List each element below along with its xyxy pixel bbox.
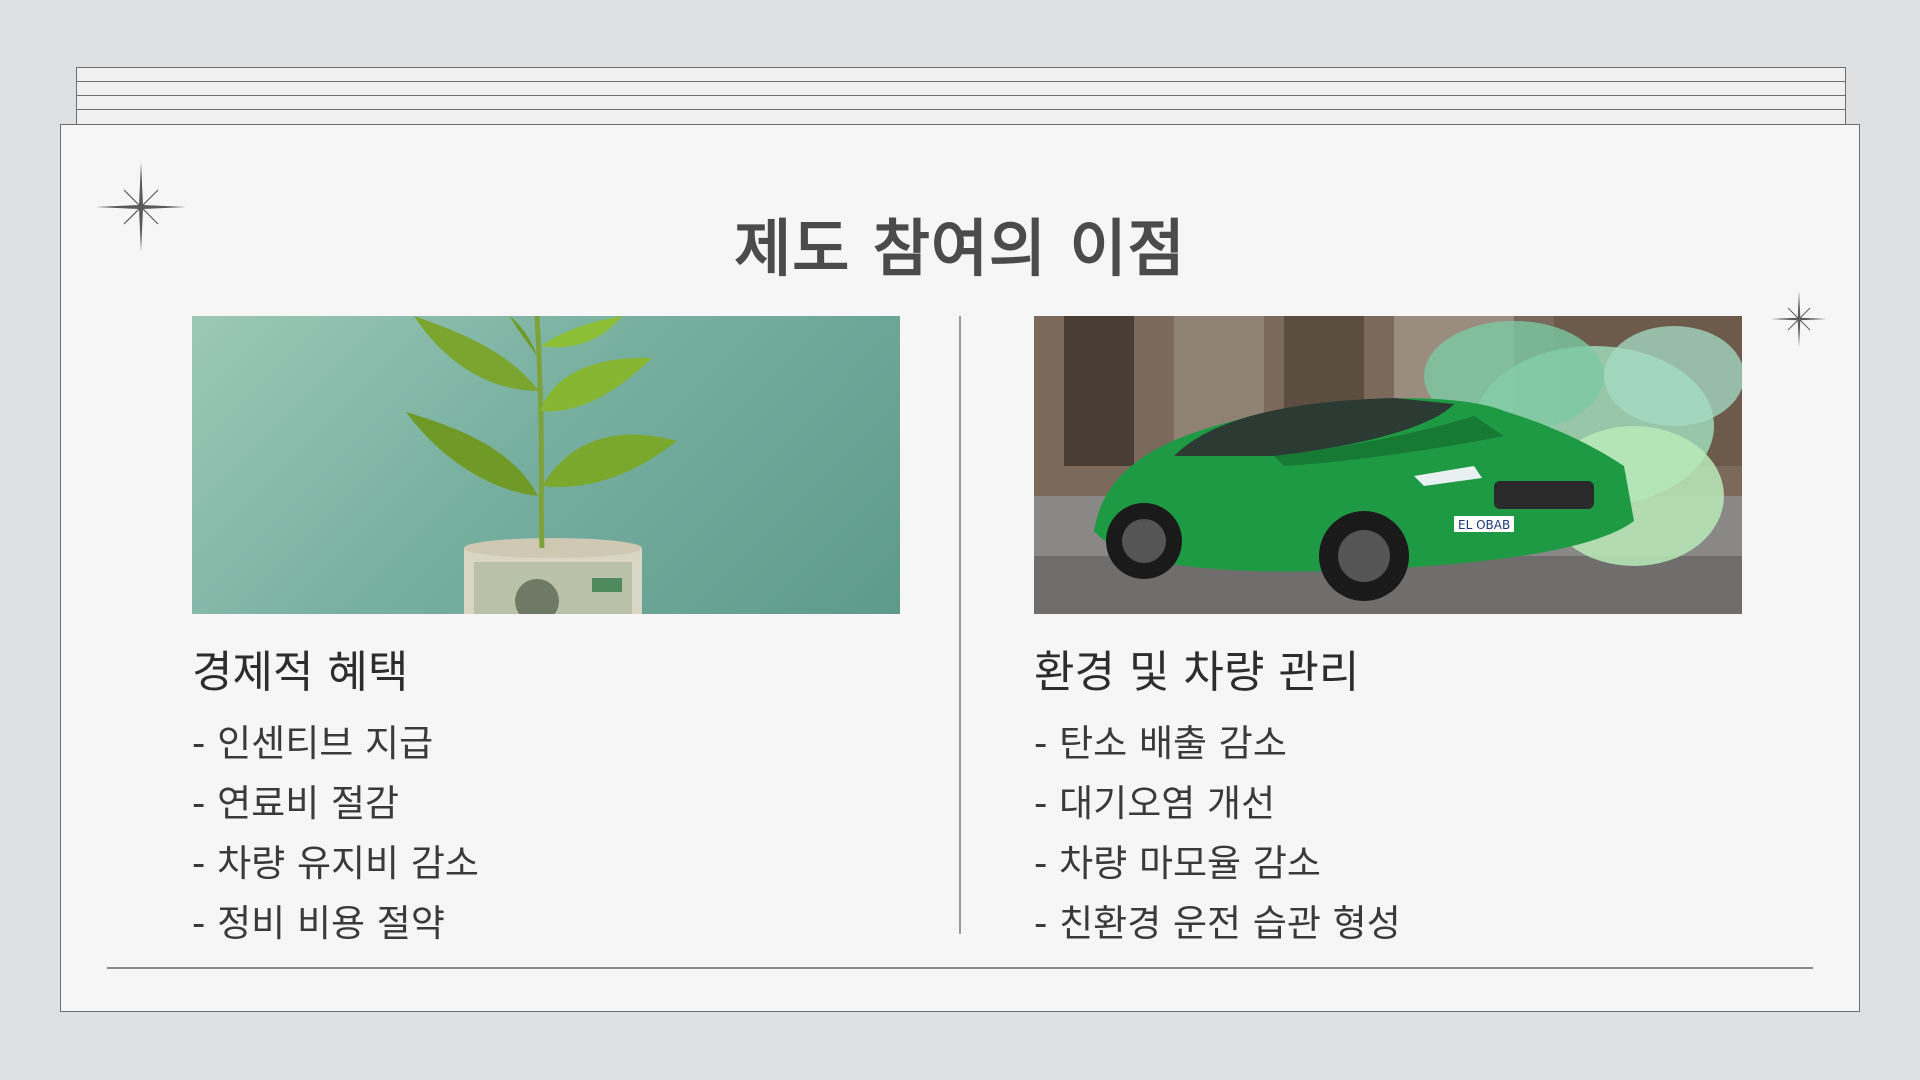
list-item: - 연료비 절감: [192, 782, 400, 825]
benefit-list-economic: - 인센티브 지급 - 연료비 절감 - 차량 유지비 감소 - 정비 비용 절…: [192, 718, 479, 958]
slide-title: 제도 참여의 이점: [734, 212, 1186, 285]
green-car-image: EL OBAB: [1034, 316, 1742, 614]
list-item: - 차량 유지비 감소: [192, 842, 479, 885]
benefit-list-environment: - 탄소 배출 감소 - 대기오염 개선 - 차량 마모율 감소 - 친환경 운…: [1034, 718, 1401, 958]
section-heading-economic: 경제적 혜택: [192, 647, 409, 698]
plant-money-image: [192, 316, 900, 614]
list-item: - 친환경 운전 습관 형성: [1034, 902, 1401, 945]
list-item: - 차량 마모율 감소: [1034, 842, 1321, 885]
sparkle-icon: [1771, 291, 1827, 347]
bottom-rule: [107, 967, 1813, 969]
list-item: - 대기오염 개선: [1034, 782, 1276, 825]
list-item: - 인센티브 지급: [192, 722, 434, 765]
list-item: - 정비 비용 절약: [192, 902, 445, 945]
svg-text:EL OBAB: EL OBAB: [1458, 518, 1510, 532]
list-item: - 탄소 배출 감소: [1034, 722, 1287, 765]
section-heading-environment: 환경 및 차량 관리: [1034, 647, 1360, 698]
column-divider: [959, 316, 961, 934]
